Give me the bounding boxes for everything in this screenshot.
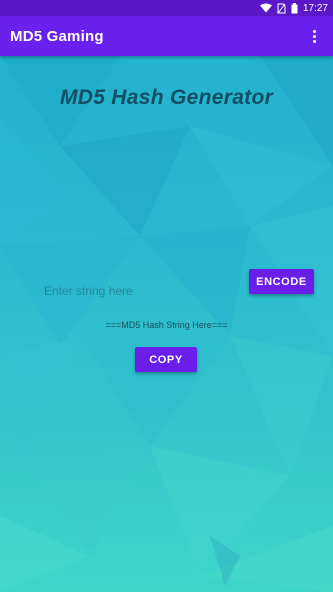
hash-output-text: ===MD5 Hash String Here=== <box>105 320 228 330</box>
overflow-menu-icon[interactable] <box>305 24 323 48</box>
wifi-icon <box>259 3 272 13</box>
battery-icon <box>291 2 298 14</box>
encode-button[interactable]: ENCODE <box>249 269 314 294</box>
status-time: 17:27 <box>302 2 328 14</box>
status-bar: 17:27 <box>0 0 333 16</box>
main-content: MD5 Hash Generator ENCODE ===MD5 Hash St… <box>0 56 333 592</box>
no-sim-icon <box>277 3 286 14</box>
string-input[interactable] <box>40 280 230 302</box>
copy-button[interactable]: COPY <box>135 347 197 372</box>
page-title: MD5 Hash Generator <box>59 86 274 109</box>
app-bar: MD5 Gaming <box>0 16 333 56</box>
app-title: MD5 Gaming <box>10 27 104 45</box>
